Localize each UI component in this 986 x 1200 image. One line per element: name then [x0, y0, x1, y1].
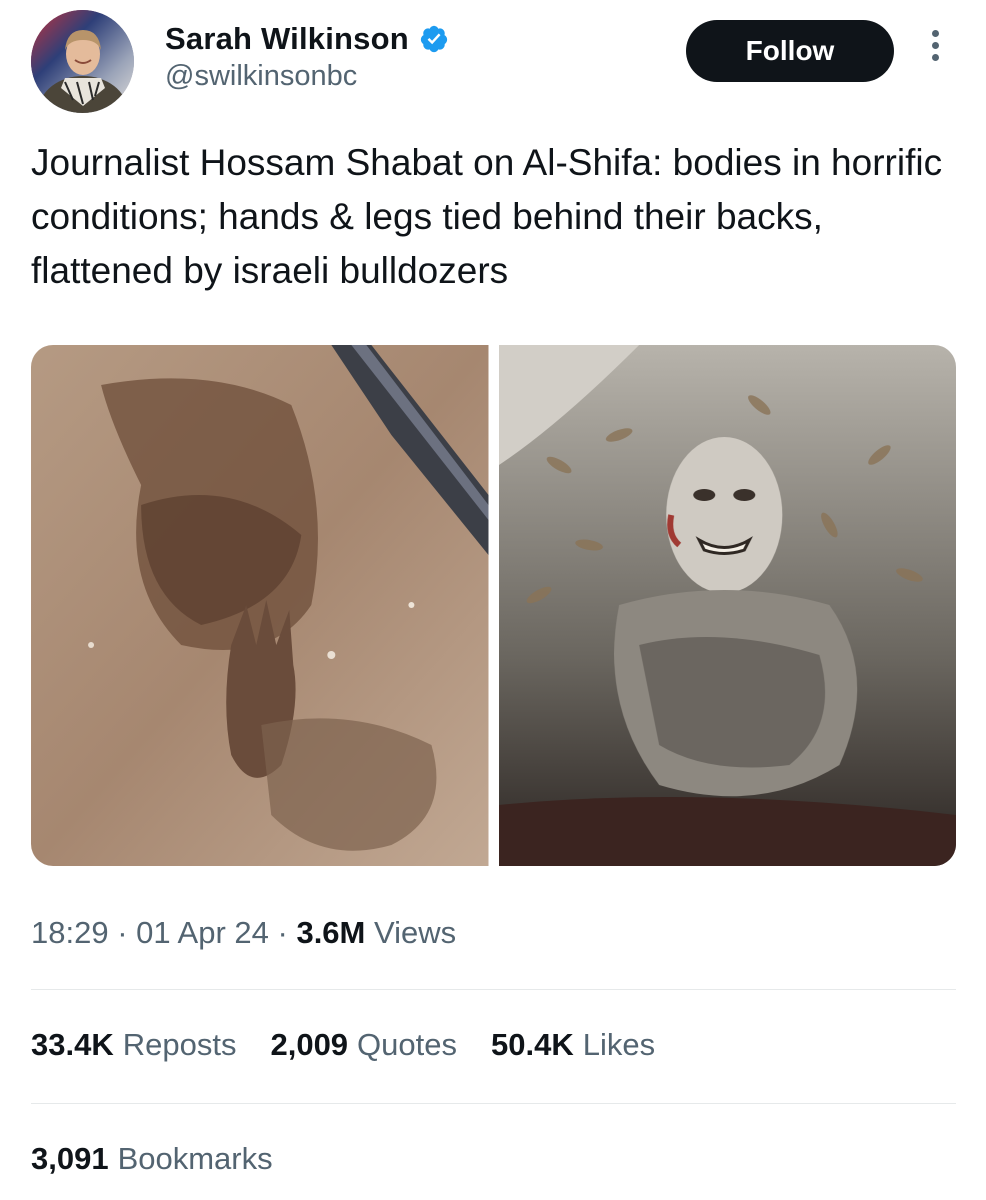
author-display-name[interactable]: Sarah Wilkinson [165, 21, 409, 57]
reposts-label: Reposts [122, 1027, 237, 1062]
more-dot [931, 54, 939, 61]
bookmarks-label: Bookmarks [117, 1141, 273, 1176]
more-dot [931, 30, 939, 37]
meta-separator: · [277, 915, 288, 950]
meta-separator: · [117, 915, 128, 950]
quotes-label: Quotes [357, 1027, 457, 1062]
bookmarks-count: 3,091 [31, 1141, 109, 1176]
likes-count: 50.4K [491, 1027, 574, 1062]
reposts-count: 33.4K [31, 1027, 114, 1062]
author-name-row[interactable]: Sarah Wilkinson [165, 19, 449, 59]
reposts-stat[interactable]: 33.4K Reposts [31, 1027, 236, 1063]
author-handle[interactable]: @swilkinsonbc [165, 60, 357, 93]
engagement-stats: 33.4K Reposts 2,009 Quotes 50.4K Likes [31, 1027, 655, 1063]
tweet-time[interactable]: 18:29 [31, 915, 109, 950]
tweet-date[interactable]: 01 Apr 24 [136, 915, 269, 950]
media-photo-2[interactable] [498, 345, 956, 866]
follow-button[interactable]: Follow [686, 20, 894, 82]
views-label: Views [374, 915, 457, 950]
verified-badge-icon [420, 25, 448, 53]
views-count: 3.6M [296, 915, 366, 950]
tweet-meta: 18:29 · 01 Apr 24 · 3.6M Views [31, 915, 456, 951]
quotes-count: 2,009 [270, 1027, 349, 1062]
bookmarks-stat[interactable]: 3,091 Bookmarks [31, 1141, 273, 1177]
avatar[interactable] [31, 10, 134, 113]
quotes-stat[interactable]: 2,009 Quotes [270, 1027, 457, 1063]
photo-1-image [31, 345, 489, 866]
likes-stat[interactable]: 50.4K Likes [491, 1027, 655, 1063]
media-grid [31, 345, 956, 866]
more-options-icon[interactable] [924, 30, 946, 72]
media-photo-1[interactable] [31, 345, 489, 866]
tweet-text: Journalist Hossam Shabat on Al-Shifa: bo… [31, 142, 943, 291]
divider [31, 1103, 956, 1104]
photo-2-image [498, 345, 956, 866]
divider [31, 989, 956, 990]
likes-label: Likes [582, 1027, 656, 1062]
avatar-image [31, 10, 134, 113]
more-dot [931, 42, 939, 49]
